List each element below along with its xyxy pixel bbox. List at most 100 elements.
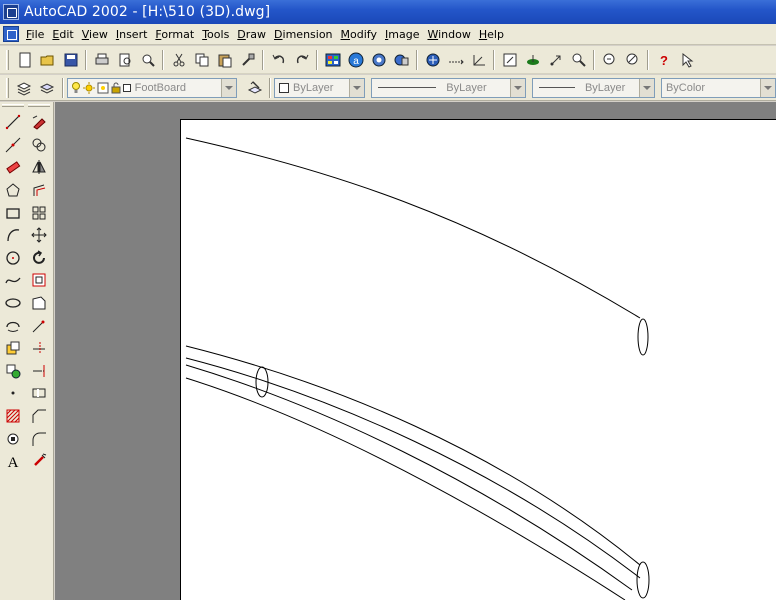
rectangle-icon[interactable] [1, 201, 25, 224]
erase-icon[interactable] [27, 111, 51, 134]
ellipse-icon[interactable] [1, 292, 25, 315]
chevron-down-icon[interactable] [221, 78, 237, 97]
array-icon[interactable] [27, 201, 51, 224]
lineweight-dropdown[interactable]: ByLayer [531, 77, 655, 98]
make-object-layer-current-icon[interactable] [243, 77, 266, 99]
measure-icon[interactable] [444, 49, 467, 71]
zoom-realtime-icon[interactable] [521, 49, 544, 71]
chamfer-icon[interactable] [27, 405, 51, 428]
pan-icon[interactable] [498, 49, 521, 71]
drawing-workspace[interactable] [55, 102, 776, 600]
print-icon[interactable] [90, 49, 113, 71]
cut-icon[interactable] [167, 49, 190, 71]
menu-help[interactable]: Help [476, 28, 509, 41]
chevron-down-icon[interactable] [638, 78, 654, 97]
object-properties-icon[interactable] [390, 49, 413, 71]
make-block-icon[interactable] [1, 360, 25, 383]
ellipse-arc-icon[interactable] [1, 314, 25, 337]
menu-dimension[interactable]: Dimension [271, 28, 337, 41]
stretch-icon[interactable] [27, 292, 51, 315]
menu-insert[interactable]: Insert [113, 28, 153, 41]
layer-lock-icon[interactable] [111, 82, 121, 94]
spline-icon[interactable] [1, 269, 25, 292]
zoom-window-icon[interactable] [544, 49, 567, 71]
menu-file[interactable]: File [23, 28, 49, 41]
plot-preview-icon[interactable] [113, 49, 136, 71]
linetype-dropdown[interactable]: ByLayer [371, 77, 526, 98]
menu-view[interactable]: View [79, 28, 113, 41]
properties-icon[interactable] [598, 49, 621, 71]
layer-manager-icon[interactable] [13, 77, 36, 99]
insert-block-icon[interactable] [1, 337, 25, 360]
offset-icon[interactable] [27, 179, 51, 202]
scale-icon[interactable] [27, 269, 51, 292]
chevron-down-icon[interactable] [760, 78, 775, 97]
rotate-icon[interactable] [27, 247, 51, 270]
layer-on-icon[interactable] [71, 81, 81, 94]
construction-line-icon[interactable] [1, 134, 25, 157]
new-icon[interactable] [13, 49, 36, 71]
plotstyle-dropdown[interactable]: ByColor [660, 77, 776, 98]
color-dropdown[interactable]: ByLayer [274, 77, 366, 98]
trim-icon[interactable] [27, 337, 51, 360]
copy-object-icon[interactable] [27, 134, 51, 157]
arrow-icon[interactable] [675, 49, 698, 71]
undo-icon[interactable] [267, 49, 290, 71]
aerial-view-icon[interactable] [467, 49, 490, 71]
menu-edit[interactable]: Edit [49, 28, 78, 41]
copy-icon[interactable] [190, 49, 213, 71]
layer-dropdown[interactable]: FootBoard [66, 77, 238, 98]
toolbar-grip[interactable] [6, 77, 9, 98]
extend-icon[interactable] [27, 360, 51, 383]
layer-previous-icon[interactable] [36, 77, 59, 99]
toolbar-separator [416, 49, 418, 70]
modify-toolbar-grip[interactable] [28, 104, 50, 107]
menu-image[interactable]: Image [382, 28, 424, 41]
chevron-down-icon[interactable] [509, 78, 525, 97]
arc-icon[interactable] [1, 224, 25, 247]
layer-thaw-icon[interactable] [82, 81, 95, 94]
publish-icon[interactable] [136, 49, 159, 71]
ucs-icon[interactable] [421, 49, 444, 71]
menu-draw[interactable]: Draw [234, 28, 271, 41]
menu-window[interactable]: Window [424, 28, 475, 41]
paste-icon[interactable] [213, 49, 236, 71]
match-properties-icon[interactable] [236, 49, 259, 71]
menu-modify[interactable]: Modify [338, 28, 382, 41]
circle-icon[interactable] [1, 247, 25, 270]
save-icon[interactable] [59, 49, 82, 71]
open-icon[interactable] [36, 49, 59, 71]
chevron-down-icon[interactable] [349, 78, 365, 97]
help-icon[interactable]: ? [652, 49, 675, 71]
mirror-icon[interactable] [27, 156, 51, 179]
design-center-icon[interactable] [367, 49, 390, 71]
break-icon[interactable] [27, 382, 51, 405]
line-icon[interactable] [1, 111, 25, 134]
web-icon[interactable]: a [344, 49, 367, 71]
text-icon[interactable]: A [1, 450, 25, 473]
polygon-icon[interactable] [1, 179, 25, 202]
hatch-icon[interactable] [1, 405, 25, 428]
menu-format[interactable]: Format [152, 28, 199, 41]
region-icon[interactable] [1, 427, 25, 450]
polyline-icon[interactable] [1, 156, 25, 179]
document-icon[interactable] [3, 26, 19, 42]
move-icon[interactable] [27, 224, 51, 247]
svg-text:a: a [353, 56, 359, 67]
point-icon[interactable] [1, 382, 25, 405]
paper-sheet[interactable] [180, 119, 776, 600]
tool-palettes: A [0, 102, 54, 600]
fillet-icon[interactable] [27, 427, 51, 450]
menu-tools[interactable]: Tools [199, 28, 234, 41]
explode-icon[interactable] [27, 450, 51, 473]
plotstyle-value: ByColor [665, 81, 706, 94]
autocad-today-icon[interactable] [321, 49, 344, 71]
dbconnect-icon[interactable] [621, 49, 644, 71]
draw-toolbar-grip[interactable] [2, 104, 24, 107]
zoom-previous-icon[interactable] [567, 49, 590, 71]
toolbar-grip[interactable] [6, 49, 9, 70]
lengthen-icon[interactable] [27, 314, 51, 337]
layer-viewport-icon[interactable] [97, 82, 109, 94]
redo-icon[interactable] [290, 49, 313, 71]
autocad-app-icon[interactable] [3, 4, 19, 20]
